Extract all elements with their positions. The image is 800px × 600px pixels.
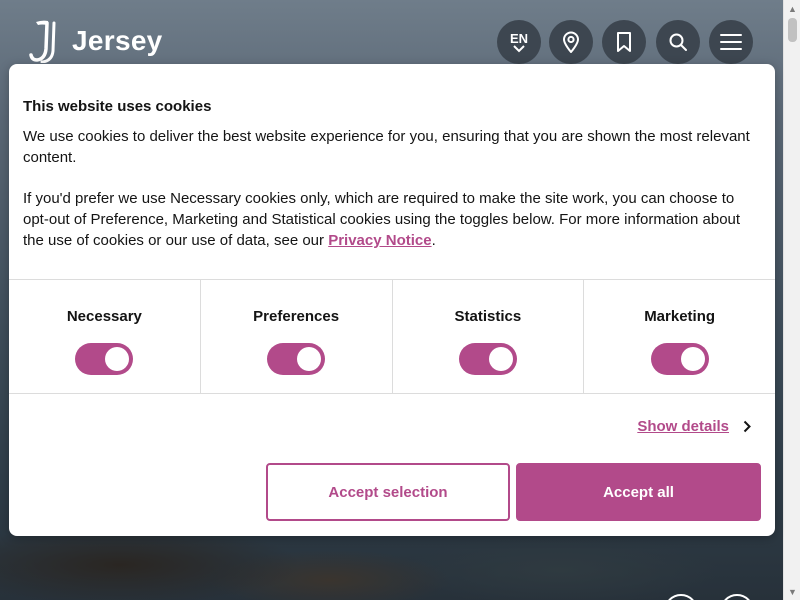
toggle-cell-preferences: Preferences	[201, 280, 393, 393]
hamburger-menu-icon	[720, 34, 742, 50]
statistics-toggle-switch[interactable]	[458, 343, 517, 375]
search-button[interactable]	[656, 20, 700, 64]
cookie-optout-text-suffix: .	[431, 232, 436, 249]
accept-all-button[interactable]: Accept all	[516, 463, 761, 521]
cookie-dialog-title: This website uses cookies	[23, 98, 212, 115]
chevron-right-icon	[743, 420, 751, 433]
chevron-down-icon	[513, 44, 525, 52]
scroll-down-arrow-icon[interactable]: ▼	[784, 583, 800, 600]
map-button[interactable]	[549, 20, 593, 64]
site-header: Jersey EN	[0, 0, 783, 64]
show-details-label: Show details	[637, 418, 729, 435]
language-button[interactable]: EN	[497, 20, 541, 64]
site-logo[interactable]: Jersey	[28, 18, 163, 64]
switch-knob	[297, 347, 322, 371]
switch-knob	[680, 347, 705, 371]
accept-selection-button[interactable]: Accept selection	[266, 463, 510, 521]
brand-name: Jersey	[72, 25, 163, 56]
switch-knob	[105, 347, 130, 371]
cookie-intro-text: We use cookies to deliver the best websi…	[23, 128, 750, 166]
jersey-logo-icon	[29, 20, 56, 63]
page-scrollbar[interactable]: ▲ ▼	[783, 0, 800, 600]
toggle-label-preferences: Preferences	[253, 308, 340, 325]
cookie-dialog-body: We use cookies to deliver the best websi…	[23, 126, 753, 271]
toggle-cell-marketing: Marketing	[584, 280, 775, 393]
cookie-category-toggles: Necessary Preferences Statistics Marketi…	[9, 279, 775, 394]
toggle-label-necessary: Necessary	[66, 308, 142, 325]
saved-button[interactable]	[602, 20, 646, 64]
toggle-label-marketing: Marketing	[644, 308, 716, 325]
bookmark-icon	[617, 32, 631, 52]
toggle-label-statistics: Statistics	[454, 308, 522, 325]
privacy-notice-link[interactable]: Privacy Notice	[328, 232, 431, 249]
necessary-toggle-switch[interactable]	[75, 343, 134, 375]
scroll-up-arrow-icon[interactable]: ▲	[784, 0, 800, 17]
cookie-consent-dialog: This website uses cookies We use cookies…	[9, 64, 775, 536]
location-pin-icon	[562, 31, 580, 53]
marketing-toggle-switch[interactable]	[650, 343, 709, 375]
search-icon	[669, 33, 687, 51]
menu-button[interactable]	[709, 20, 753, 64]
show-details-link[interactable]: Show details	[637, 418, 751, 435]
switch-knob	[488, 347, 513, 371]
preferences-toggle-switch[interactable]	[267, 343, 326, 375]
toggle-cell-statistics: Statistics	[393, 280, 585, 393]
scroll-thumb[interactable]	[788, 18, 797, 42]
language-label: EN	[509, 30, 529, 46]
toggle-cell-necessary: Necessary	[9, 280, 201, 393]
cookie-optout-text: If you'd prefer we use Necessary cookies…	[23, 188, 753, 251]
